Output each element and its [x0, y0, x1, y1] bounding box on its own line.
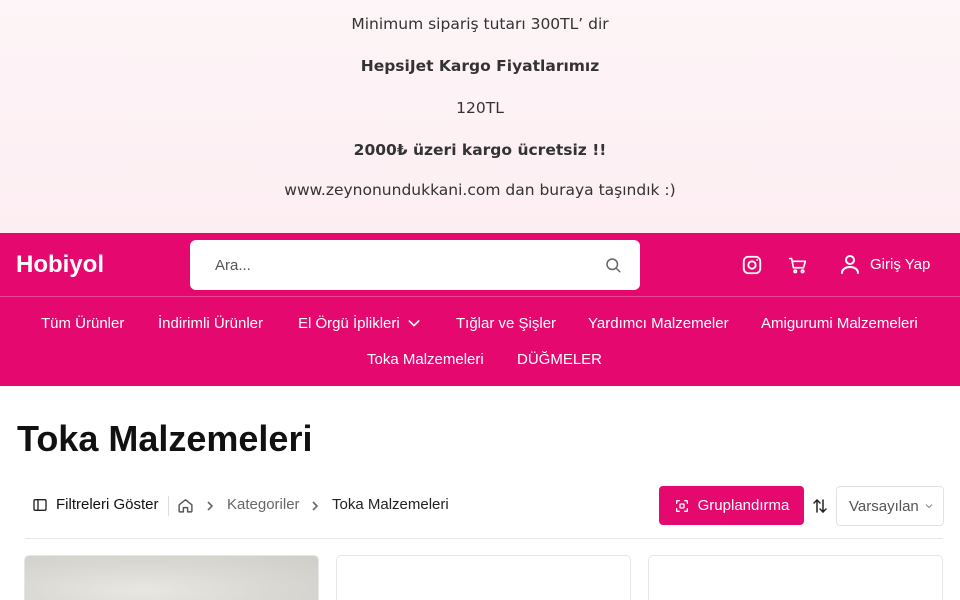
breadcrumb-current: Toka Malzemeleri [332, 496, 449, 513]
nav-item-buttons[interactable]: DÜĞMELER [517, 351, 602, 368]
nav-item-supplies[interactable]: Yardımcı Malzemeler [588, 315, 729, 332]
chevron-down-icon [925, 504, 933, 509]
site-logo[interactable]: Hobiyol [16, 251, 104, 279]
login-link[interactable]: Giriş Yap [838, 252, 930, 276]
site-header: Hobiyol Giriş Yap Tüm Ürünler İndirimli … [0, 233, 960, 386]
search-input[interactable] [215, 256, 575, 274]
product-card[interactable] [336, 555, 631, 600]
search-box[interactable] [190, 240, 640, 290]
sort-select-value: Varsayılan [849, 497, 919, 515]
product-card[interactable] [648, 555, 943, 600]
sidebar-icon [33, 498, 47, 511]
nav-item-yarns[interactable]: El Örgü İplikleri [298, 315, 422, 332]
nav-item-hair-clip[interactable]: Toka Malzemeleri [367, 351, 484, 368]
scan-icon [675, 499, 688, 512]
chevron-right-icon [312, 501, 319, 511]
shipping-heading: HepsiJet Kargo Fiyatlarımız [360, 57, 600, 75]
product-image[interactable] [25, 556, 318, 600]
product-card[interactable] [24, 555, 319, 600]
listing-toolbar: Filtreleri Göster Kategoriler Toka Malze… [0, 485, 960, 527]
nav-item-amigurumi[interactable]: Amigurumi Malzemeleri [761, 315, 918, 332]
toolbar-divider [168, 496, 169, 516]
sort-select[interactable]: Varsayılan [836, 486, 944, 526]
user-icon [841, 255, 859, 274]
main-nav: Tüm Ürünler İndirimli Ürünler El Örgü İp… [0, 297, 960, 386]
breadcrumb-categories[interactable]: Kategoriler [227, 496, 300, 513]
nav-item-yarns-label: El Örgü İplikleri [298, 315, 400, 332]
home-icon[interactable] [177, 497, 194, 514]
nav-item-hooks-needles[interactable]: Tığlar ve Şişler [456, 315, 556, 332]
grouping-button[interactable]: Gruplandırma [659, 486, 804, 525]
chevron-right-icon [207, 501, 214, 511]
show-filters-button[interactable]: Filtreleri Göster [32, 496, 159, 513]
moved-notice: www.zeynonundukkani.com dan buraya taşın… [284, 181, 676, 199]
min-order-text: Minimum sipariş tutarı 300TL’ dir [351, 15, 609, 33]
chevron-down-icon [408, 320, 420, 327]
divider [25, 538, 943, 539]
free-shipping-text: 2000₺ üzeri kargo ücretsiz !! [353, 141, 607, 159]
grouping-label: Gruplandırma [697, 497, 790, 514]
show-filters-label: Filtreleri Göster [56, 496, 159, 513]
login-label: Giriş Yap [870, 255, 931, 273]
shipping-price: 120TL [456, 99, 504, 117]
search-icon[interactable] [604, 256, 622, 274]
page-title: Toka Malzemeleri [17, 418, 313, 459]
announcement-bar: Minimum sipariş tutarı 300TL’ dir HepsiJ… [0, 0, 960, 233]
sort-icon[interactable] [811, 497, 829, 515]
instagram-icon[interactable] [741, 254, 763, 276]
nav-item-discounted[interactable]: İndirimli Ürünler [158, 315, 263, 332]
nav-item-all-products[interactable]: Tüm Ürünler [41, 315, 124, 332]
header-topbar: Hobiyol Giriş Yap [0, 233, 960, 297]
cart-icon[interactable] [787, 254, 809, 276]
